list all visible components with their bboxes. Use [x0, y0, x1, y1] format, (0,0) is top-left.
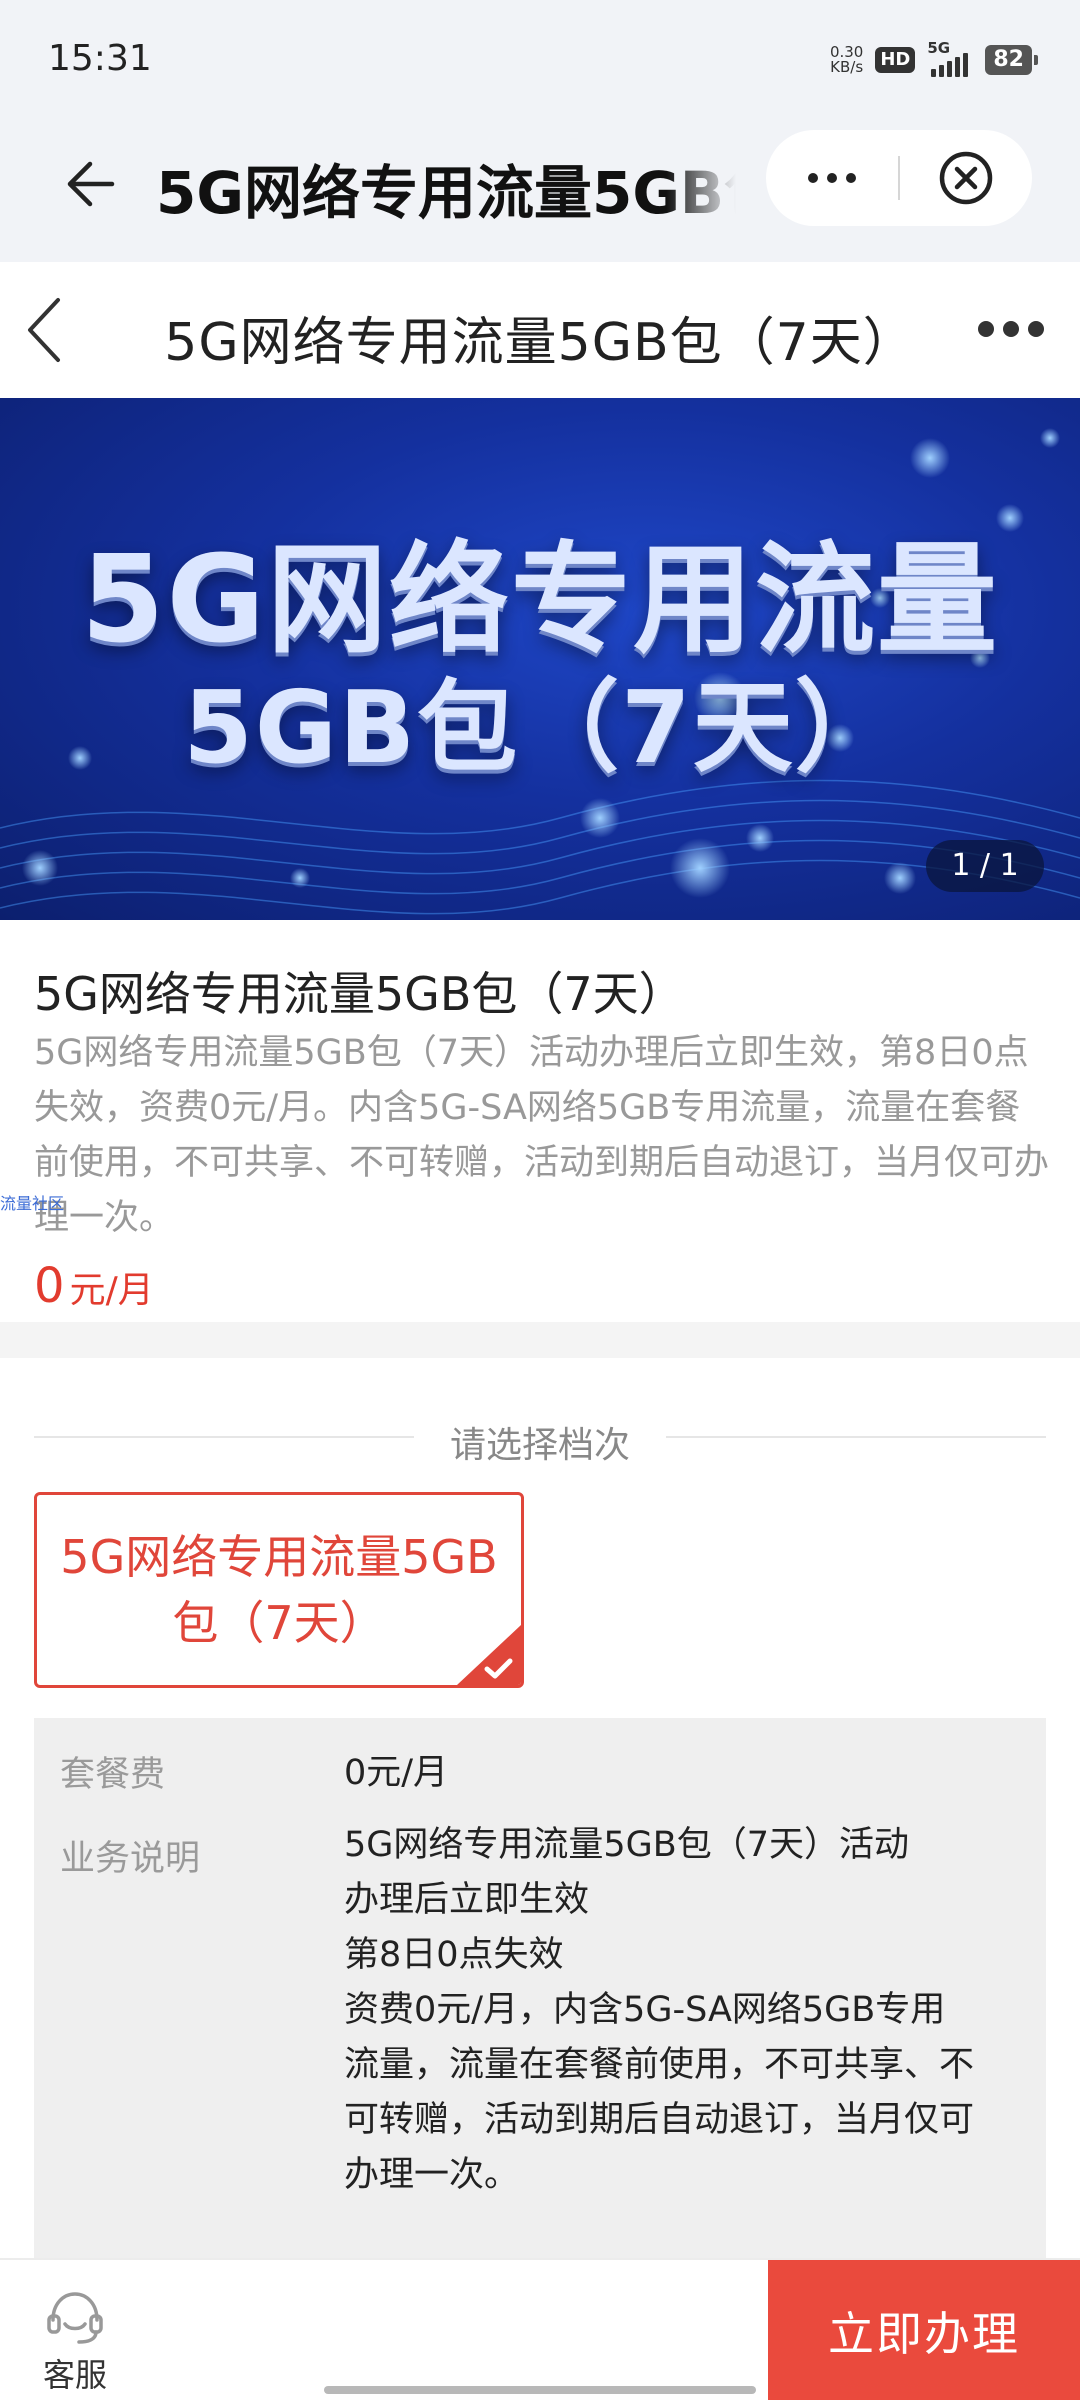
tier-selection: 请选择档次 5G网络专用流量5GB包（7天） 套餐费 0元/月 业务说明 5G网… [0, 1358, 1080, 2258]
customer-service-label: 客服 [42, 2356, 107, 2394]
tier-section-header: 请选择档次 [34, 1406, 1046, 1466]
floating-community-tag[interactable]: 流量社区 [0, 1190, 64, 1214]
fee-label: 套餐费 [60, 1755, 166, 1795]
product-banner[interactable]: 5G网络专用流量 5GB包（7天） 1 / 1 [0, 398, 1080, 920]
description-line: 办理一次。 [344, 2155, 520, 2195]
tier-details: 套餐费 0元/月 业务说明 5G网络专用流量5GB包（7天）活动 办理后立即生效… [34, 1718, 1046, 2258]
network-speed: 0.30 KB/s [830, 45, 863, 75]
headset-icon [47, 2292, 103, 2344]
fee-value: 0元/月 [344, 1753, 449, 1793]
description-line: 可转赠，活动到期后自动退订，当月仅可 [344, 2100, 975, 2140]
tier-option-label: 5G网络专用流量5GB包（7天） [60, 1530, 498, 1650]
product-name: 5G网络专用流量5GB包（7天） [34, 967, 685, 1021]
battery-icon: 82 [985, 45, 1038, 75]
product-price: 0 元/月 [34, 1258, 154, 1314]
description-line: 流量，流量在套餐前使用，不可共享、不 [344, 2045, 975, 2085]
price-unit: 元/月 [69, 1270, 154, 1311]
signal-icon: 5G [927, 39, 973, 77]
status-icons: 0.30 KB/s HD 5G 82 [830, 39, 1038, 80]
description-line: 办理后立即生效 [344, 1880, 590, 1920]
back-arrow-icon[interactable] [62, 156, 118, 212]
more-dots-icon[interactable] [976, 314, 1046, 344]
page-title: 5G网络专用流量5GB包（7天） [164, 313, 916, 373]
app-title: 5G网络专用流量5GB包（7天） [156, 159, 736, 227]
mini-program-capsule [766, 130, 1032, 226]
divider-line-right [666, 1436, 1046, 1438]
close-circle-icon [939, 151, 993, 205]
home-indicator[interactable] [324, 2386, 756, 2394]
apply-now-button[interactable]: 立即办理 [768, 2260, 1080, 2400]
section-separator [0, 1322, 1080, 1358]
description-text: 5G网络专用流量5GB包（7天）活动 办理后立即生效 第8日0点失效 资费0元/… [344, 1818, 1024, 2203]
tier-section-title: 请选择档次 [449, 1425, 630, 1466]
network-speed-unit: KB/s [830, 58, 864, 76]
description-line: 5G网络专用流量5GB包（7天）活动 [344, 1825, 910, 1865]
description-line: 第8日0点失效 [344, 1935, 564, 1975]
bottom-action-bar: 客服 立即办理 [0, 2258, 1080, 2400]
product-description: 5G网络专用流量5GB包（7天）活动办理后立即生效，第8日0点失效，资费0元/月… [34, 1033, 1050, 1238]
tier-option-selected[interactable]: 5G网络专用流量5GB包（7天） [34, 1492, 524, 1688]
more-button[interactable] [766, 130, 898, 226]
description-label: 业务说明 [60, 1839, 201, 1879]
page-header: 5G网络专用流量5GB包（7天） [0, 262, 1080, 398]
hd-icon: HD [875, 47, 916, 73]
selected-check-icon [457, 1625, 521, 1685]
product-info: 5G网络专用流量5GB包（7天） 5G网络专用流量5GB包（7天）活动办理后立即… [0, 920, 1080, 1322]
app-header: 5G网络专用流量5GB包（7天） [0, 120, 1080, 262]
customer-service-button[interactable]: 客服 [30, 2286, 120, 2400]
price-value: 0 [34, 1258, 65, 1314]
ellipsis-icon [808, 173, 856, 183]
banner-subheadline: 5GB包（7天） [183, 669, 897, 786]
description-line: 资费0元/月，内含5G-SA网络5GB专用 [344, 1990, 946, 2030]
status-bar: 15:31 0.30 KB/s HD 5G 82 [0, 0, 1080, 120]
close-button[interactable] [900, 130, 1032, 226]
banner-page-counter: 1 / 1 [926, 840, 1044, 892]
status-time: 15:31 [48, 38, 152, 79]
